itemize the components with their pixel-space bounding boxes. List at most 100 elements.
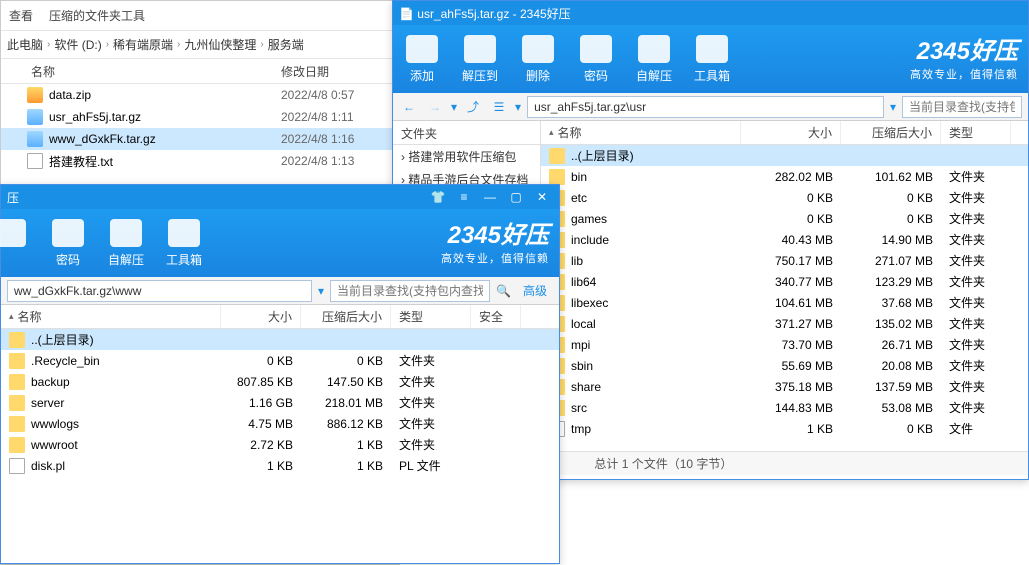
window-title: 压 bbox=[7, 189, 19, 206]
file-row[interactable]: usr_ahFs5j.tar.gz2022/4/8 1:11 bbox=[1, 106, 399, 128]
tab-compressed-tools[interactable]: 压缩的文件夹工具 bbox=[49, 7, 145, 24]
minimize-button[interactable]: — bbox=[479, 188, 501, 206]
item-size: 750.17 MB bbox=[741, 254, 841, 268]
file-date: 2022/4/8 1:13 bbox=[281, 154, 399, 168]
close-button[interactable]: ✕ bbox=[531, 188, 553, 206]
tools-button[interactable]: 工具箱 bbox=[683, 35, 741, 84]
file-row[interactable]: data.zip2022/4/8 0:57 bbox=[1, 84, 399, 106]
self-extract-icon bbox=[110, 219, 142, 247]
password-button[interactable]: 密码 bbox=[567, 35, 625, 84]
self-extract-button[interactable]: 自解压 bbox=[97, 219, 155, 268]
item-compressed-size: 886.12 KB bbox=[301, 417, 391, 431]
titlebar[interactable]: 压 👕 ≡ — ▢ ✕ bbox=[1, 185, 559, 209]
breadcrumb[interactable]: 此电脑› 软件 (D:)› 稀有端原端› 九州仙侠整理› 服务端 bbox=[1, 31, 399, 59]
list-row[interactable]: mpi73.70 MB26.71 MB文件夹 bbox=[541, 334, 1028, 355]
list-row[interactable]: server1.16 GB218.01 MB文件夹 bbox=[1, 392, 559, 413]
search-input[interactable] bbox=[902, 96, 1022, 118]
titlebar[interactable]: 📄 usr_ahFs5j.tar.gz - 2345好压 bbox=[393, 1, 1028, 25]
column-headers[interactable]: ▴名称 大小 压缩后大小 类型 bbox=[541, 121, 1028, 145]
delete-button[interactable]: 删除 bbox=[0, 219, 39, 268]
file-row[interactable]: www_dGxkFk.tar.gz2022/4/8 1:16 bbox=[1, 128, 399, 150]
col-compressed[interactable]: 压缩后大小 bbox=[301, 305, 391, 328]
item-compressed-size: 26.71 MB bbox=[841, 338, 941, 352]
list-row[interactable]: tmp1 KB0 KB文件 bbox=[541, 418, 1028, 439]
col-name[interactable]: 名称 bbox=[1, 63, 281, 80]
tree-header: 文件夹 bbox=[393, 121, 540, 145]
tools-button[interactable]: 工具箱 bbox=[155, 219, 213, 268]
item-size: 4.75 MB bbox=[221, 417, 301, 431]
col-name[interactable]: ▴名称 bbox=[541, 121, 741, 144]
list-row[interactable]: lib750.17 MB271.07 MB文件夹 bbox=[541, 250, 1028, 271]
skin-icon[interactable]: 👕 bbox=[427, 188, 449, 206]
search-icon[interactable]: 🔍 bbox=[496, 284, 511, 298]
list-row[interactable]: lib64340.77 MB123.29 MB文件夹 bbox=[541, 271, 1028, 292]
toolbox-icon bbox=[168, 219, 200, 247]
tab-view[interactable]: 查看 bbox=[9, 7, 33, 24]
dropdown-icon[interactable]: ▾ bbox=[515, 100, 521, 114]
folder-icon bbox=[9, 374, 25, 390]
list-icon[interactable]: ☰ bbox=[489, 97, 509, 117]
list-row[interactable]: wwwroot2.72 KB1 KB文件夹 bbox=[1, 434, 559, 455]
item-compressed-size: 37.68 MB bbox=[841, 296, 941, 310]
col-date[interactable]: 修改日期 bbox=[281, 63, 399, 80]
item-name: libexec bbox=[571, 296, 608, 310]
back-button[interactable]: ← bbox=[399, 97, 419, 117]
crumb[interactable]: 九州仙侠整理 bbox=[184, 36, 256, 53]
crumb[interactable]: 软件 (D:) bbox=[54, 36, 101, 53]
explorer-column-headers[interactable]: 名称 修改日期 bbox=[1, 59, 399, 84]
folder-icon bbox=[9, 416, 25, 432]
up-button[interactable]: ⤴ bbox=[463, 97, 483, 117]
list-row[interactable]: bin282.02 MB101.62 MB文件夹 bbox=[541, 166, 1028, 187]
chevron-right-icon: › bbox=[260, 39, 263, 50]
list-row[interactable]: libexec104.61 MB37.68 MB文件夹 bbox=[541, 292, 1028, 313]
col-safe[interactable]: 安全 bbox=[471, 305, 521, 328]
path-input[interactable] bbox=[527, 96, 884, 118]
list-row[interactable]: share375.18 MB137.59 MB文件夹 bbox=[541, 376, 1028, 397]
col-compressed[interactable]: 压缩后大小 bbox=[841, 121, 941, 144]
item-type: 文件夹 bbox=[941, 189, 1011, 206]
col-name[interactable]: ▴名称 bbox=[1, 305, 221, 328]
list-row[interactable]: etc0 KB0 KB文件夹 bbox=[541, 187, 1028, 208]
self-extract-button[interactable]: 自解压 bbox=[625, 35, 683, 84]
advanced-link[interactable]: 高级 bbox=[517, 282, 553, 299]
list-row[interactable]: sbin55.69 MB20.08 MB文件夹 bbox=[541, 355, 1028, 376]
extract-button[interactable]: 解压到 bbox=[451, 35, 509, 84]
col-size[interactable]: 大小 bbox=[741, 121, 841, 144]
list-row[interactable]: include40.43 MB14.90 MB文件夹 bbox=[541, 229, 1028, 250]
col-size[interactable]: 大小 bbox=[221, 305, 301, 328]
maximize-button[interactable]: ▢ bbox=[505, 188, 527, 206]
list-row[interactable]: src144.83 MB53.08 MB文件夹 bbox=[541, 397, 1028, 418]
col-type[interactable]: 类型 bbox=[391, 305, 471, 328]
list-row[interactable]: local371.27 MB135.02 MB文件夹 bbox=[541, 313, 1028, 334]
tree-item[interactable]: › 搭建常用软件压缩包 bbox=[393, 145, 540, 168]
list-row[interactable]: disk.pl1 KB1 KBPL 文件 bbox=[1, 455, 559, 476]
list-row[interactable]: ..(上层目录) bbox=[1, 329, 559, 350]
forward-button[interactable]: → bbox=[425, 97, 445, 117]
col-type[interactable]: 类型 bbox=[941, 121, 1011, 144]
list-row[interactable]: ..(上层目录) bbox=[541, 145, 1028, 166]
item-size: 40.43 MB bbox=[741, 233, 841, 247]
dropdown-icon[interactable]: ▾ bbox=[451, 100, 457, 114]
list-row[interactable]: wwwlogs4.75 MB886.12 KB文件夹 bbox=[1, 413, 559, 434]
delete-button[interactable]: 删除 bbox=[509, 35, 567, 84]
crumb[interactable]: 服务端 bbox=[268, 36, 304, 53]
item-compressed-size: 271.07 MB bbox=[841, 254, 941, 268]
password-button[interactable]: 密码 bbox=[39, 219, 97, 268]
self-extract-icon bbox=[638, 35, 670, 63]
dropdown-icon[interactable]: ▾ bbox=[890, 100, 896, 114]
item-size: 144.83 MB bbox=[741, 401, 841, 415]
dropdown-icon[interactable]: ▾ bbox=[318, 284, 324, 298]
crumb[interactable]: 稀有端原端 bbox=[113, 36, 173, 53]
item-compressed-size: 135.02 MB bbox=[841, 317, 941, 331]
file-row[interactable]: 搭建教程.txt2022/4/8 1:13 bbox=[1, 150, 399, 172]
column-headers[interactable]: ▴名称 大小 压缩后大小 类型 安全 bbox=[1, 305, 559, 329]
path-input[interactable] bbox=[7, 280, 312, 302]
crumb[interactable]: 此电脑 bbox=[7, 36, 43, 53]
menu-icon[interactable]: ≡ bbox=[453, 188, 475, 206]
list-row[interactable]: backup807.85 KB147.50 KB文件夹 bbox=[1, 371, 559, 392]
list-row[interactable]: .Recycle_bin0 KB0 KB文件夹 bbox=[1, 350, 559, 371]
add-icon bbox=[406, 35, 438, 63]
list-row[interactable]: games0 KB0 KB文件夹 bbox=[541, 208, 1028, 229]
search-input[interactable] bbox=[330, 280, 490, 302]
add-button[interactable]: 添加 bbox=[393, 35, 451, 84]
